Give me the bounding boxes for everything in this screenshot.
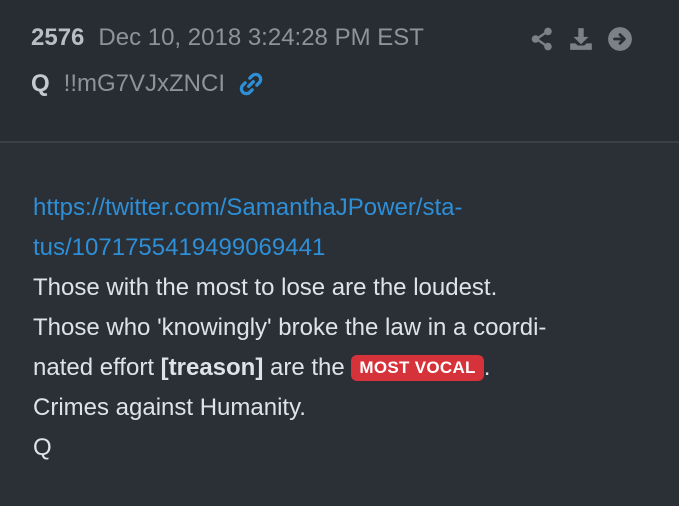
post-actions bbox=[516, 26, 633, 52]
link-icon[interactable] bbox=[237, 70, 265, 98]
treason-bold: [treason] bbox=[160, 354, 264, 381]
download-icon[interactable] bbox=[568, 26, 594, 52]
share-icon[interactable] bbox=[529, 26, 555, 52]
body-line-3-start: nated effort bbox=[33, 354, 161, 381]
post-meta: 2576 Dec 10, 2018 3:24:28 PM EST bbox=[31, 24, 424, 52]
most-vocal-badge: MOST VOCAL bbox=[351, 355, 484, 381]
body-line-1: Those with the most to lose are the loud… bbox=[33, 274, 498, 301]
body-line-3-mid: are the bbox=[263, 354, 352, 381]
body-line-3: nated effort [treason] are the MOST VOCA… bbox=[33, 348, 643, 388]
body-line-2: Those who 'knowingly' broke the law in a… bbox=[33, 314, 547, 341]
post-body: https://twitter.com/SamanthaJPower/sta- … bbox=[33, 188, 643, 468]
post-number: 2576 bbox=[31, 24, 85, 51]
author-name: Q bbox=[31, 70, 50, 97]
tweet-link-cont[interactable]: tus/1071755419499069441 bbox=[33, 228, 643, 268]
arrow-circle-right-icon[interactable] bbox=[607, 26, 633, 52]
post-header: 2576 Dec 10, 2018 3:24:28 PM EST Q !!mG7… bbox=[0, 0, 679, 143]
tweet-link-line2[interactable]: tus/1071755419499069441 bbox=[33, 234, 325, 261]
tweet-link-line1[interactable]: https://twitter.com/SamanthaJPower/sta- bbox=[33, 194, 463, 221]
author-row: Q !!mG7VJxZNCI bbox=[31, 70, 265, 98]
body-line-3-end: . bbox=[483, 354, 491, 381]
tweet-link[interactable]: https://twitter.com/SamanthaJPower/sta- bbox=[33, 188, 643, 228]
body-line-4: Crimes against Humanity. bbox=[33, 394, 306, 421]
post-date: Dec 10, 2018 3:24:28 PM EST bbox=[98, 24, 424, 51]
tripcode: !!mG7VJxZNCI bbox=[63, 70, 226, 97]
signature: Q bbox=[33, 434, 52, 461]
